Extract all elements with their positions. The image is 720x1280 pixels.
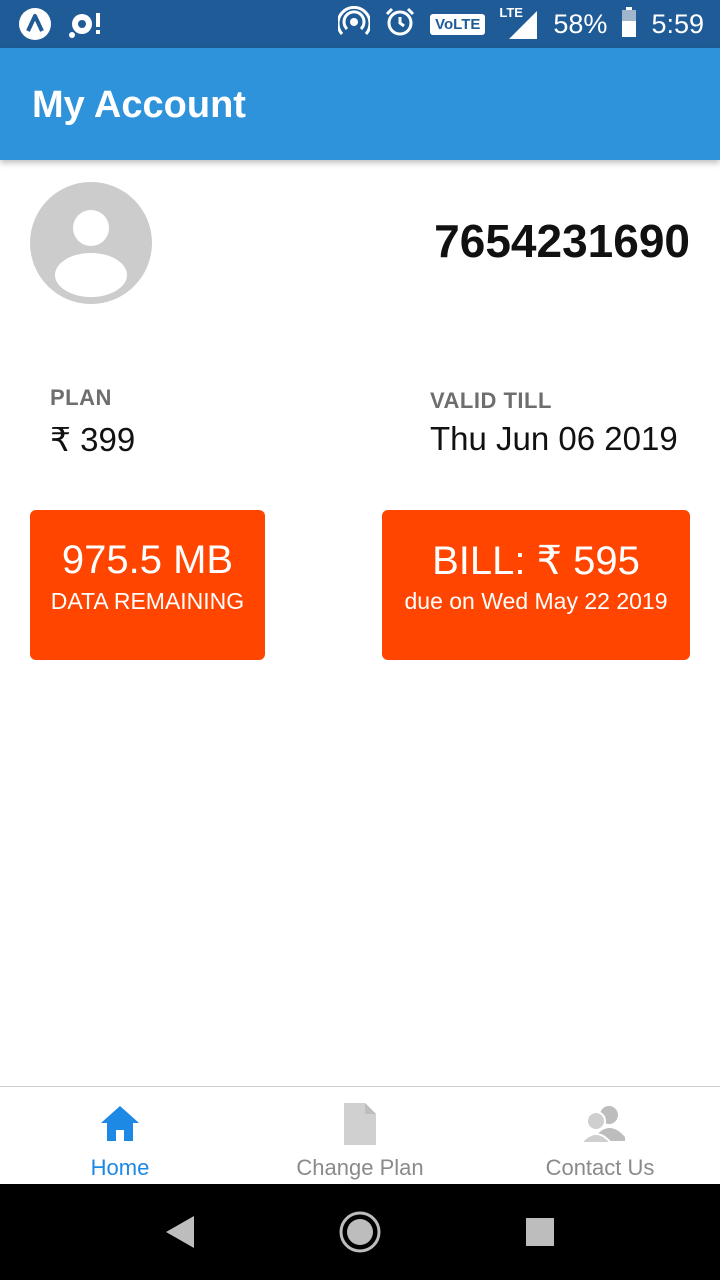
data-caption: DATA REMAINING [50,588,245,614]
home-circle-icon[interactable] [338,1210,382,1259]
valid-till-value: Thu Jun 06 2019 [430,420,678,457]
recents-icon[interactable] [524,1216,556,1253]
valid-till-label: VALID TILL [430,388,552,413]
nav-contact-us-label: Contact Us [545,1155,655,1180]
phone-number: 7654231690 [434,215,690,267]
data-remaining-card[interactable]: 975.5 MB DATA REMAINING [30,510,265,660]
sync-icon [68,9,102,44]
bill-amount: BILL: ₹ 595 [432,539,640,583]
clock: 5:59 [651,8,704,39]
signal-icon: LTE [499,5,539,41]
battery-percent: 58% [553,8,608,39]
system-navigation-bar [0,1184,720,1280]
plan-label: PLAN [50,385,112,410]
nav-contact-us[interactable]: Contact Us [480,1087,720,1185]
data-amount: 975.5 MB [61,538,234,582]
volte-icon: VoLTE [430,13,486,35]
bill-card[interactable]: BILL: ₹ 595 due on Wed May 22 2019 [382,510,690,660]
bill-due-date: due on Wed May 22 2019 [404,588,668,614]
battery-icon [621,6,637,42]
hotspot-icon [336,5,372,43]
nav-home-label: Home [90,1155,150,1180]
home-icon [99,1103,141,1145]
app-bar: My Account [0,48,720,160]
page-title: My Account [32,84,246,126]
bottom-navigation: Home Change Plan Contact Us [0,1086,720,1185]
document-icon [339,1103,381,1145]
nav-change-plan[interactable]: Change Plan [240,1087,480,1185]
account-avatar-icon[interactable] [30,182,152,304]
back-icon[interactable] [164,1214,196,1255]
plan-value: ₹ 399 [50,421,136,458]
nav-change-plan-label: Change Plan [296,1155,424,1180]
status-bar: VoLTE LTE 58% 5:59 [0,0,720,48]
nav-home[interactable]: Home [0,1087,240,1185]
app-a-icon [18,7,52,46]
contact-icon [578,1103,625,1145]
alarm-icon [384,6,416,43]
